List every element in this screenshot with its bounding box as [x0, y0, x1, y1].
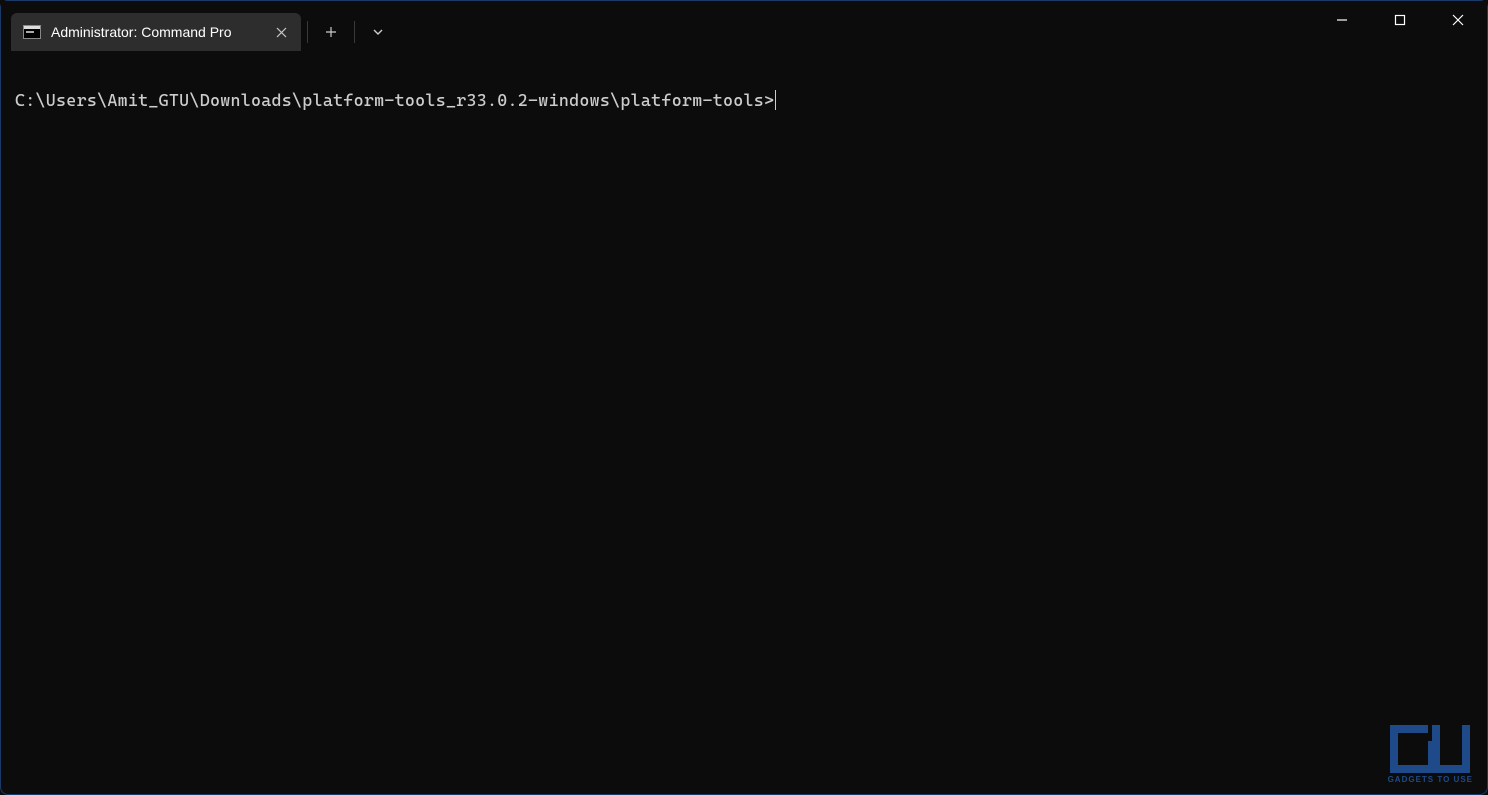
- chevron-down-icon: [372, 26, 384, 38]
- terminal-body[interactable]: C:\Users\Amit_GTU\Downloads\platform-too…: [1, 51, 1487, 125]
- close-icon: [1452, 14, 1464, 26]
- prompt-line: C:\Users\Amit_GTU\Downloads\platform-too…: [15, 89, 1473, 111]
- tab-title: Administrator: Command Pro: [51, 24, 263, 40]
- tab-close-button[interactable]: [271, 22, 291, 42]
- divider: [354, 21, 355, 43]
- window-close-button[interactable]: [1429, 1, 1487, 39]
- maximize-button[interactable]: [1371, 1, 1429, 39]
- command-prompt-icon: [23, 25, 41, 39]
- minimize-icon: [1336, 14, 1348, 26]
- prompt-text: C:\Users\Amit_GTU\Downloads\platform-too…: [15, 89, 774, 111]
- plus-icon: [325, 26, 337, 38]
- titlebar-tab-controls: [301, 13, 395, 51]
- new-tab-button[interactable]: [314, 15, 348, 49]
- watermark-text: GADGETS TO USE: [1388, 775, 1473, 784]
- maximize-icon: [1394, 14, 1406, 26]
- watermark-letter-g: [1390, 725, 1428, 773]
- watermark: GADGETS TO USE: [1388, 725, 1473, 784]
- close-icon: [276, 27, 287, 38]
- titlebar: Administrator: Command Pro: [1, 1, 1487, 51]
- watermark-logo: [1388, 725, 1473, 773]
- divider: [307, 21, 308, 43]
- watermark-letter-u: [1432, 725, 1470, 773]
- tab-active[interactable]: Administrator: Command Pro: [11, 13, 301, 51]
- tab-dropdown-button[interactable]: [361, 15, 395, 49]
- cursor: [775, 90, 776, 110]
- window-controls: [1313, 1, 1487, 41]
- minimize-button[interactable]: [1313, 1, 1371, 39]
